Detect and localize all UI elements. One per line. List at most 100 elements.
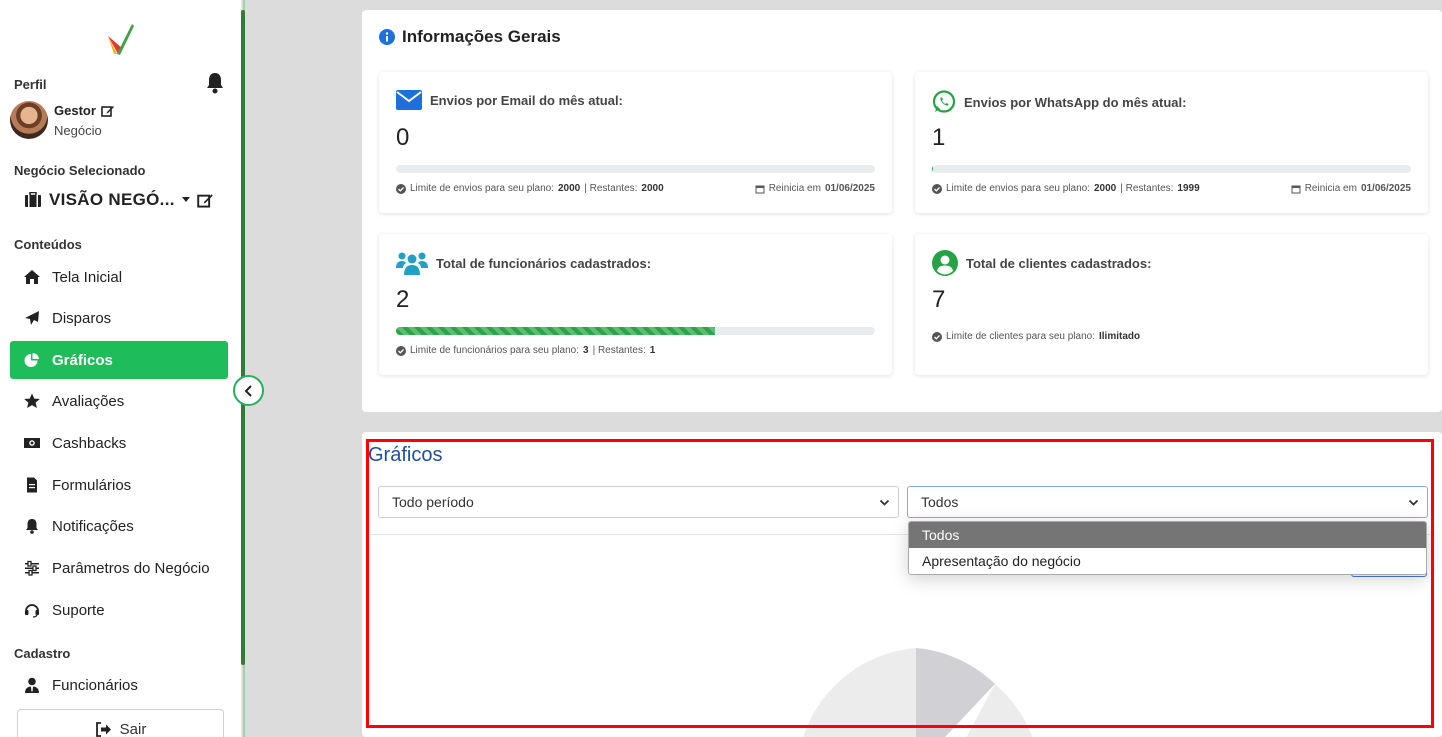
sidebar-item-label: Parâmetros do Negócio	[52, 559, 210, 577]
chevron-down-icon	[879, 499, 890, 506]
bell-icon	[26, 519, 38, 534]
reset-label: Reinicia em	[1304, 183, 1357, 194]
sidebar-item-formularios[interactable]: Formulários	[10, 466, 228, 504]
limit-label: Limite de envios para seu plano:	[410, 183, 554, 194]
pie-slice-light	[803, 648, 916, 737]
sidebar-item-avaliacoes[interactable]: Avaliações	[10, 382, 228, 420]
money-bill-icon	[24, 438, 40, 448]
sidebar-item-label: Formulários	[52, 476, 132, 494]
remaining-label: | Restantes:	[1120, 183, 1174, 194]
employees-stat-value: 2	[396, 286, 410, 313]
email-reset-text: Reinicia em 01/06/2025	[755, 183, 875, 194]
sidebar-item-label: Funcionários	[52, 676, 138, 694]
clients-limit-text: Limite de clientes para seu plano: Ilimit…	[932, 331, 1140, 342]
business-name: VISÃO NEGÓ...	[49, 190, 175, 209]
notification-bell-icon[interactable]	[205, 72, 225, 94]
employees-limit-text: Limite de funcionários para seu plano: 3 …	[396, 345, 655, 356]
remaining-value: 1	[649, 345, 656, 356]
period-select[interactable]: Todo período	[378, 486, 899, 518]
whatsapp-icon	[932, 90, 956, 113]
check-circle-icon	[396, 183, 406, 194]
sidebar-item-notificacoes[interactable]: Notificações	[10, 507, 228, 545]
sidebar-scrollbar[interactable]	[241, 10, 245, 665]
info-circle-icon	[379, 29, 395, 45]
sidebar-item-disparos[interactable]: Disparos	[10, 299, 228, 337]
limit-value: 2000	[1093, 183, 1117, 194]
profile-label: Perfil	[14, 77, 47, 92]
sidebar-item-label: Suporte	[52, 601, 105, 619]
users-icon	[396, 252, 428, 275]
dropdown-option-apresentacao[interactable]: Apresentação do negócio	[909, 548, 1426, 574]
user-name: Gestor	[54, 103, 115, 118]
logout-button[interactable]: Sair	[17, 709, 224, 737]
graphs-title: Gráficos	[368, 444, 443, 466]
star-icon	[24, 393, 40, 408]
pie-chart-icon	[24, 352, 39, 367]
limit-value: Ilimitado	[1098, 331, 1141, 342]
file-icon	[27, 477, 37, 493]
briefcase-icon	[25, 192, 41, 207]
sidebar-item-label: Cashbacks	[52, 434, 127, 452]
dropdown-option-todos[interactable]: Todos	[909, 522, 1426, 548]
sidebar-item-label: Disparos	[52, 309, 112, 327]
limit-value: 3	[583, 345, 589, 356]
remaining-label: | Restantes:	[592, 345, 646, 356]
reset-date: 01/06/2025	[1360, 183, 1411, 194]
check-circle-icon	[396, 345, 406, 356]
whatsapp-stat-header: Envios por WhatsApp do mês atual:	[932, 90, 1186, 114]
limit-value: 2000	[557, 183, 581, 194]
whatsapp-reset-text: Reinicia em 01/06/2025	[1291, 183, 1411, 194]
whatsapp-progress-bar	[932, 165, 1411, 173]
info-section-title: Informações Gerais	[379, 27, 561, 47]
business-selector[interactable]: VISÃO NEGÓ...	[24, 190, 214, 210]
employees-progress-bar	[396, 327, 875, 335]
employees-stat-header: Total de funcionários cadastrados:	[396, 250, 651, 276]
headset-icon	[25, 604, 39, 618]
sign-out-icon	[95, 721, 111, 737]
sidebar-item-cashbacks[interactable]: Cashbacks	[10, 424, 228, 462]
remaining-label: | Restantes:	[584, 183, 638, 194]
sidebar-item-tela-inicial[interactable]: Tela Inicial	[10, 258, 228, 296]
sidebar-item-label: Avaliações	[52, 392, 125, 410]
whatsapp-stat-value: 1	[932, 124, 946, 151]
collapse-sidebar-button[interactable]	[233, 375, 264, 406]
sliders-icon	[25, 560, 39, 576]
sidebar-item-parametros-do-negocio[interactable]: Parâmetros do Negócio	[10, 549, 228, 587]
clients-stat-card: Total de clientes cadastrados: 7 Limite …	[915, 234, 1428, 375]
limit-label: Limite de envios para seu plano:	[946, 183, 1090, 194]
remaining-value: 2000	[641, 183, 664, 194]
whatsapp-progress-fill	[932, 165, 933, 173]
home-icon	[24, 270, 40, 284]
register-label: Cadastro	[14, 646, 71, 661]
sidebar-item-suporte[interactable]: Suporte	[10, 591, 228, 629]
reset-date: 01/06/2025	[824, 183, 875, 194]
email-progress-bar	[396, 165, 875, 173]
sidebar-item-funcionarios[interactable]: Funcionários	[10, 666, 228, 704]
employees-stat-card: Total de funcionários cadastrados: 2 Lim…	[379, 234, 892, 375]
clients-stat-header: Total de clientes cadastrados:	[932, 250, 1151, 276]
email-stat-header: Envios por Email do mês atual:	[396, 90, 623, 110]
email-stat-title: Envios por Email do mês atual:	[430, 92, 623, 108]
pie-chart-placeholder	[803, 648, 1033, 737]
calendar-icon	[1291, 185, 1301, 193]
calendar-icon	[755, 185, 765, 193]
user-name-text: Gestor	[54, 103, 96, 118]
contents-label: Conteúdos	[14, 237, 82, 252]
type-select[interactable]: Todos	[907, 486, 1428, 518]
email-limit-text: Limite de envios para seu plano: 2000 | R…	[396, 183, 664, 194]
user-role: Negócio	[54, 123, 102, 138]
edit-profile-icon[interactable]	[101, 104, 115, 118]
remaining-value: 1999	[1177, 183, 1200, 194]
period-select-value: Todo período	[392, 494, 474, 510]
check-circle-icon	[932, 183, 942, 194]
reset-label: Reinicia em	[768, 183, 821, 194]
employees-progress-fill	[396, 327, 716, 335]
whatsapp-stat-card: Envios por WhatsApp do mês atual: 1 Limi…	[915, 72, 1428, 213]
sidebar-item-graficos[interactable]: Gráficos	[10, 341, 228, 379]
limit-label: Limite de clientes para seu plano:	[946, 331, 1095, 342]
user-circle-icon	[932, 250, 958, 276]
employees-stat-title: Total de funcionários cadastrados:	[436, 255, 652, 271]
sidebar-item-label: Gráficos	[52, 351, 113, 369]
edit-business-icon[interactable]	[197, 192, 214, 209]
whatsapp-stat-title: Envios por WhatsApp do mês atual:	[964, 94, 1187, 110]
